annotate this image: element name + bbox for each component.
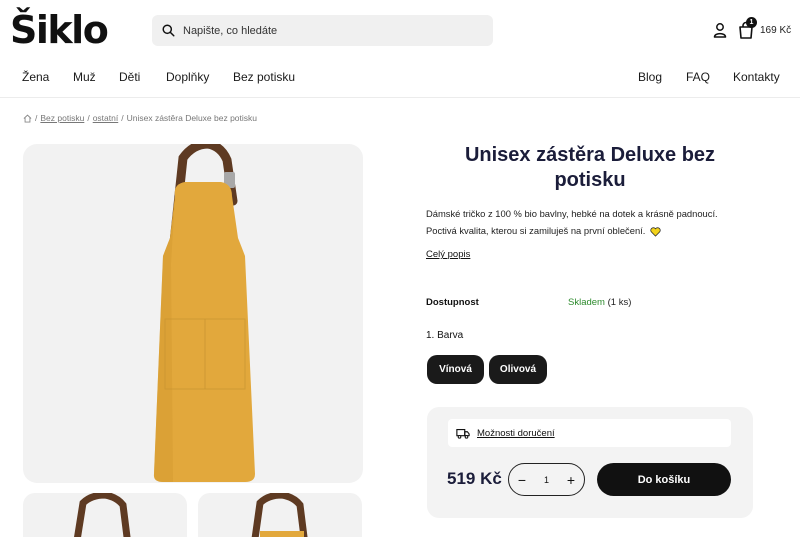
description-line-text: Poctivá kvalita, kterou si zamiluješ na … <box>426 225 646 236</box>
nav-item-deti[interactable]: Děti <box>119 70 140 84</box>
product-price: 519 Kč <box>447 469 502 488</box>
cart-icon: 1 <box>738 17 757 39</box>
apron-thumbnail <box>74 493 131 537</box>
main-nav: Žena Muž Děti Doplňky Bez potisku Blog F… <box>0 62 800 98</box>
product-thumbnail[interactable] <box>198 493 362 537</box>
stock-status: Skladem <box>568 297 605 308</box>
availability-label: Dostupnost <box>426 297 479 308</box>
delivery-options[interactable]: Možnosti doručení <box>448 419 731 447</box>
nav-item-faq[interactable]: FAQ <box>686 70 710 84</box>
cart-total: 169 Kč <box>760 24 792 36</box>
product-description: Dámské tričko z 100 % bio bavlny, hebké … <box>426 205 766 239</box>
quantity-decrement-button[interactable]: − <box>515 472 529 488</box>
search-bar[interactable] <box>152 15 493 46</box>
breadcrumb-current: Unisex zástěra Deluxe bez potisku <box>126 113 258 123</box>
breadcrumb-separator: / <box>35 113 38 123</box>
nav-item-bez-potisku[interactable]: Bez potisku <box>233 70 295 84</box>
availability-value: Skladem (1 ks) <box>568 297 631 308</box>
full-description-link[interactable]: Celý popis <box>426 249 470 260</box>
product-main-image[interactable] <box>23 144 363 483</box>
apron-image <box>153 144 255 482</box>
add-to-cart-button[interactable]: Do košíku <box>597 463 731 496</box>
nav-item-doplnky[interactable]: Doplňky <box>166 70 209 84</box>
quantity-stepper: − 1 + <box>508 463 585 496</box>
quantity-value[interactable]: 1 <box>544 475 549 485</box>
delivery-options-link[interactable]: Možnosti doručení <box>477 428 555 439</box>
cart-count-badge: 1 <box>746 17 757 28</box>
cart-button[interactable]: 1 169 Kč <box>738 17 792 40</box>
truck-icon <box>456 428 470 439</box>
search-icon <box>162 24 175 37</box>
home-icon[interactable] <box>23 114 32 123</box>
breadcrumb: / Bez potisku / ostatní / Unisex zástěra… <box>23 113 257 123</box>
breadcrumb-separator: / <box>121 113 124 123</box>
stock-count: (1 ks) <box>607 297 632 308</box>
logo[interactable]: Šiklo <box>10 8 109 52</box>
breadcrumb-separator: / <box>87 113 90 123</box>
color-option-olivova[interactable]: Olivová <box>489 355 547 384</box>
product-title: Unisex zástěra Deluxe bez potisku <box>464 144 716 191</box>
search-input[interactable] <box>183 24 463 37</box>
breadcrumb-bez-potisku[interactable]: Bez potisku <box>40 113 84 123</box>
site-header: Šiklo 1 169 Kč <box>0 0 800 62</box>
color-option-vinova[interactable]: Vínová <box>427 355 484 384</box>
apron-thumbnail <box>251 493 308 537</box>
user-icon[interactable] <box>712 22 728 38</box>
nav-item-muz[interactable]: Muž <box>73 70 96 84</box>
description-line: Poctivá kvalita, kterou si zamiluješ na … <box>426 222 766 239</box>
nav-item-blog[interactable]: Blog <box>638 70 662 84</box>
description-line: Dámské tričko z 100 % bio bavlny, hebké … <box>426 208 718 219</box>
quantity-increment-button[interactable]: + <box>564 472 578 488</box>
product-thumbnail[interactable] <box>23 493 187 537</box>
color-label: 1. Barva <box>426 330 464 341</box>
nav-item-zena[interactable]: Žena <box>22 70 49 84</box>
heart-icon <box>650 226 661 237</box>
nav-item-kontakty[interactable]: Kontakty <box>733 70 780 84</box>
logo-text: Šiklo <box>10 8 109 52</box>
breadcrumb-ostatni[interactable]: ostatní <box>93 113 119 123</box>
